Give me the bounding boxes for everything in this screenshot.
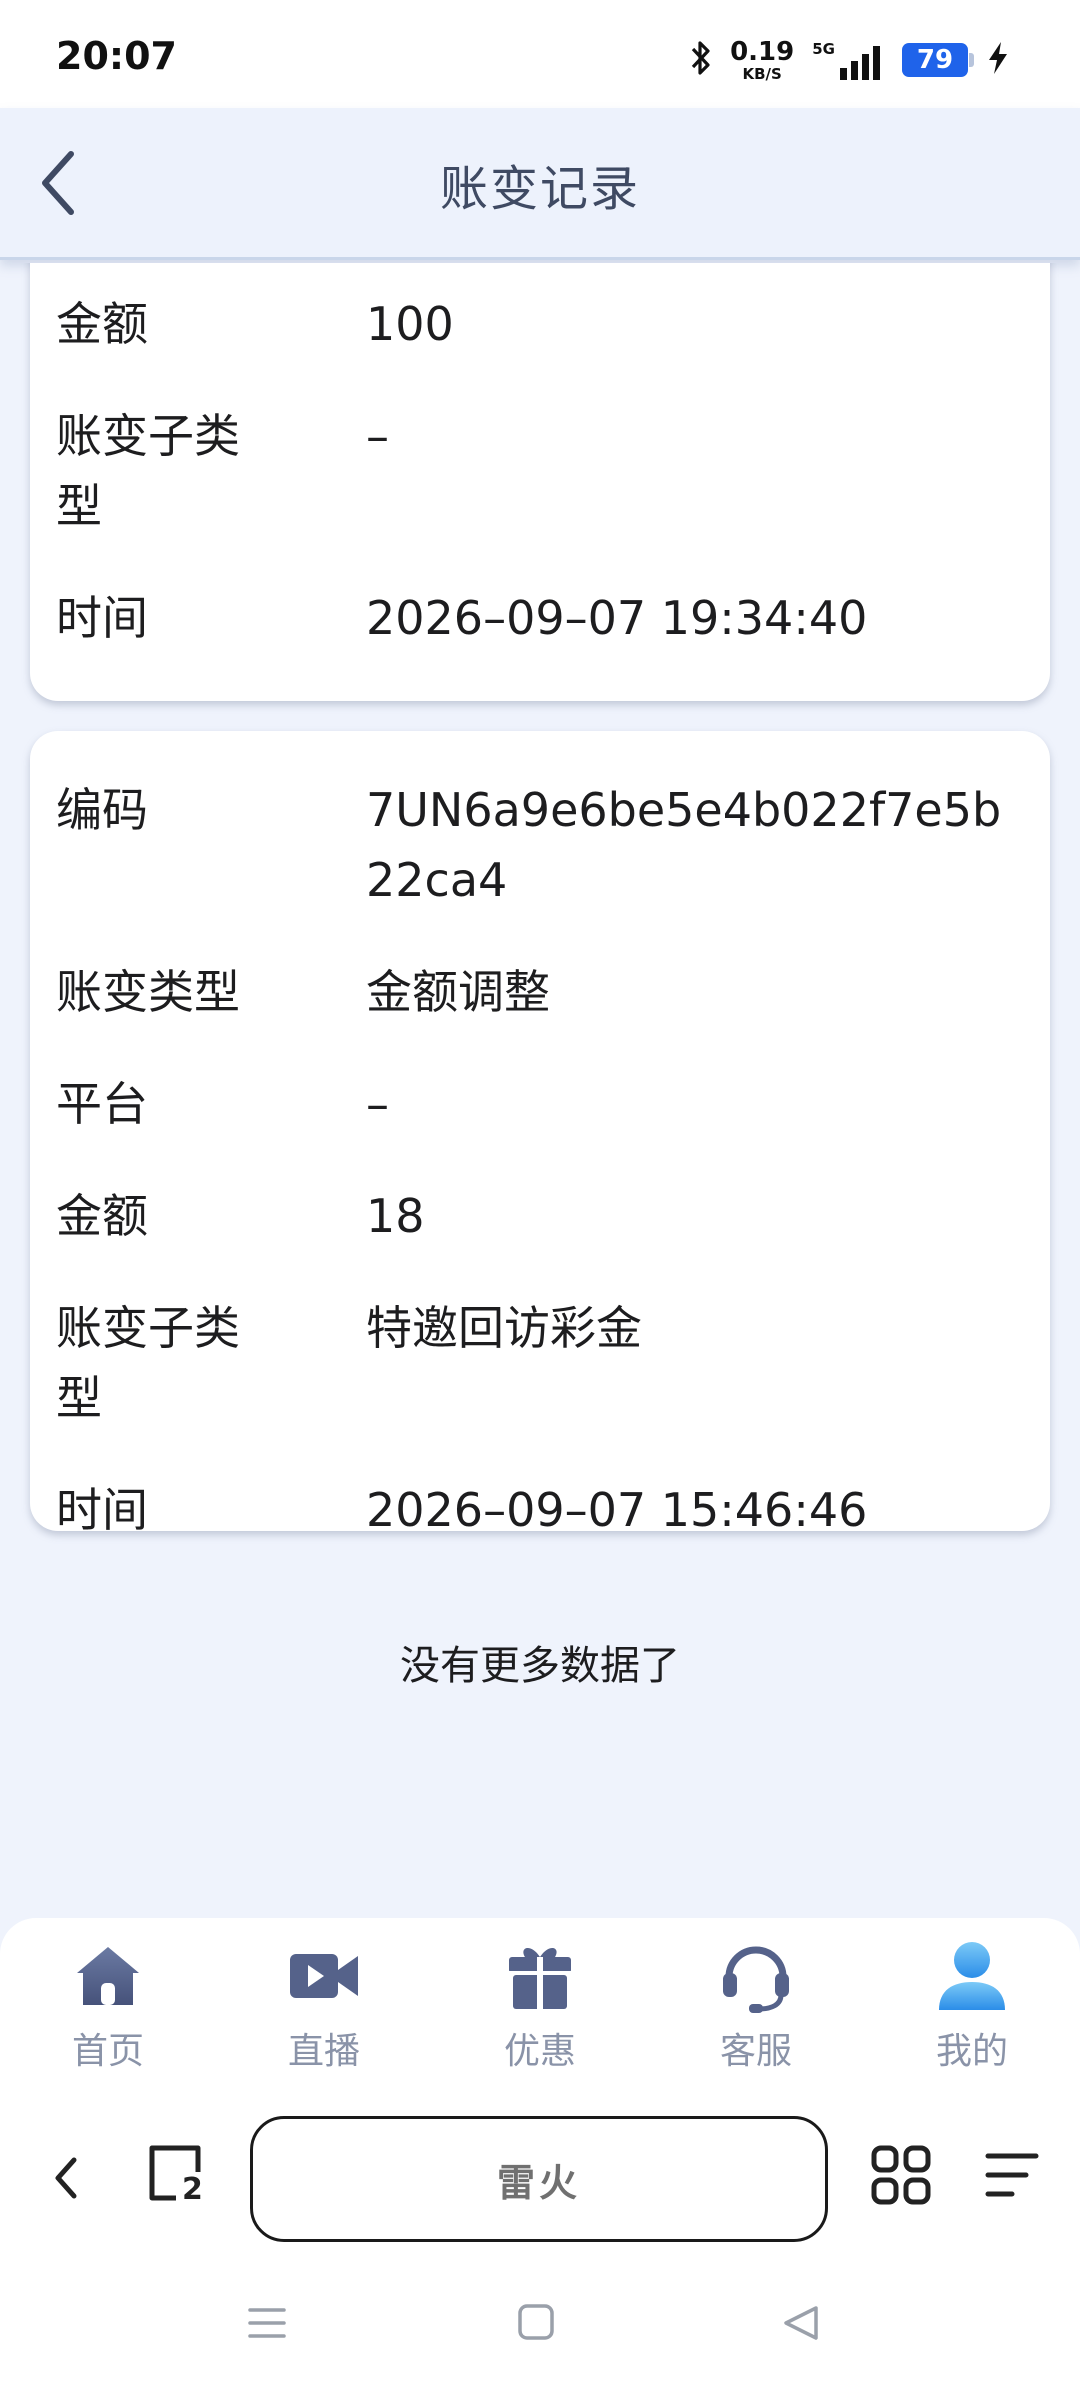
system-navigation-bar bbox=[0, 2258, 1080, 2400]
record-row: 时间 2026–09–07 15:46:46 bbox=[56, 1459, 1024, 1571]
record-row: 账变子类型 – bbox=[56, 385, 1024, 567]
field-value: 金额调整 bbox=[366, 965, 550, 1019]
field-value: 2026–09–07 19:34:40 bbox=[366, 591, 868, 645]
back-button[interactable] bbox=[22, 138, 92, 228]
record-row: 编码 7UN6a9e6be5e4b022f7e5b22ca4 bbox=[56, 759, 1024, 941]
field-label: 时间 bbox=[56, 1483, 148, 1537]
net-speed-unit: KB/S bbox=[742, 64, 782, 83]
network-type: 5G bbox=[812, 40, 835, 58]
field-label: 账变子类型 bbox=[56, 1301, 240, 1425]
page: 20:07 0.19 KB/S 5G 79 账变记录 金额 100 账变子类型 … bbox=[0, 0, 1080, 2400]
recent-apps-button[interactable] bbox=[246, 2302, 296, 2352]
signal-icon: 5G bbox=[812, 40, 884, 80]
system-back-button[interactable] bbox=[780, 2302, 830, 2352]
tab-label: 我的 bbox=[935, 2031, 1008, 2072]
tab-live[interactable]: 直播 bbox=[239, 1936, 409, 2074]
battery-icon: 79 bbox=[902, 43, 974, 77]
status-bar: 20:07 0.19 KB/S 5G 79 bbox=[0, 0, 1080, 108]
page-title: 账变记录 bbox=[439, 161, 640, 217]
tab-label: 直播 bbox=[287, 2031, 360, 2072]
field-value: – bbox=[366, 1077, 389, 1131]
no-more-data-text: 没有更多数据了 bbox=[400, 1643, 680, 1689]
field-label: 平台 bbox=[56, 1077, 148, 1131]
field-label: 账变类型 bbox=[56, 965, 240, 1019]
tab-label: 首页 bbox=[71, 2031, 144, 2072]
record-row: 账变子类型 特邀回访彩金 bbox=[56, 1277, 1024, 1459]
tab-label: 优惠 bbox=[503, 2031, 576, 2072]
app-header: 账变记录 bbox=[0, 108, 1080, 260]
browser-menu-button[interactable] bbox=[984, 2150, 1040, 2200]
chevron-left-icon bbox=[42, 151, 74, 215]
home-icon bbox=[68, 1936, 148, 2016]
charging-icon bbox=[986, 41, 1010, 79]
field-value: 特邀回访彩金 bbox=[366, 1301, 642, 1355]
tab-mine[interactable]: 我的 bbox=[887, 1936, 1057, 2074]
chevron-left-icon bbox=[55, 2157, 77, 2199]
browser-back-button[interactable] bbox=[44, 2146, 88, 2210]
address-bar[interactable]: 雷火 bbox=[250, 2116, 828, 2242]
video-camera-icon bbox=[284, 1936, 364, 2016]
record-card: 编码 7UN6a9e6be5e4b022f7e5b22ca4 账变类型 金额调整… bbox=[30, 731, 1050, 1537]
field-label: 金额 bbox=[56, 297, 148, 351]
menu-icon bbox=[985, 2153, 1039, 2197]
home-button[interactable] bbox=[516, 2302, 566, 2352]
grid-icon bbox=[871, 2145, 931, 2205]
browser-toolbar: 2 雷火 bbox=[0, 2098, 1080, 2258]
bluetooth-icon bbox=[690, 40, 712, 80]
tab-count: 2 bbox=[182, 2172, 203, 2207]
battery-level: 79 bbox=[916, 45, 954, 75]
tab-label: 客服 bbox=[719, 2031, 792, 2072]
record-row: 金额 18 bbox=[56, 1165, 1024, 1277]
net-speed: 0.19 KB/S bbox=[730, 39, 794, 82]
bottom-tab-bar: 首页 直播 优惠 客服 我的 bbox=[0, 1918, 1080, 2098]
headset-icon bbox=[716, 1936, 796, 2016]
field-value: 100 bbox=[366, 297, 454, 351]
back-triangle-icon bbox=[784, 2306, 818, 2340]
record-card: 金额 100 账变子类型 – 时间 2026–09–07 19:34:40 bbox=[30, 263, 1050, 701]
user-icon bbox=[932, 1936, 1012, 2016]
tab-switcher-button[interactable]: 2 bbox=[146, 2142, 210, 2207]
tab-home[interactable]: 首页 bbox=[23, 1936, 193, 2074]
field-label: 金额 bbox=[56, 1189, 148, 1243]
tab-promotions[interactable]: 优惠 bbox=[455, 1936, 625, 2074]
tab-customer-service[interactable]: 客服 bbox=[671, 1936, 841, 2074]
field-value: 7UN6a9e6be5e4b022f7e5b22ca4 bbox=[366, 783, 1002, 907]
field-label: 编码 bbox=[56, 783, 148, 837]
status-time: 20:07 bbox=[56, 34, 177, 78]
field-label: 账变子类型 bbox=[56, 409, 240, 533]
record-row: 时间 2026–09–07 19:34:40 bbox=[56, 567, 1024, 679]
menu-icon bbox=[248, 2308, 286, 2338]
field-value: 18 bbox=[366, 1189, 425, 1243]
record-row: 账变类型 金额调整 bbox=[56, 941, 1024, 1053]
record-row: 金额 100 bbox=[56, 273, 1024, 385]
home-square-icon bbox=[518, 2304, 554, 2340]
field-value: 2026–09–07 15:46:46 bbox=[366, 1483, 868, 1537]
field-label: 时间 bbox=[56, 591, 148, 645]
status-icons: 0.19 KB/S 5G 79 bbox=[690, 34, 1010, 86]
records-list[interactable]: 金额 100 账变子类型 – 时间 2026–09–07 19:34:40 编码… bbox=[0, 263, 1080, 1923]
gift-icon bbox=[500, 1936, 580, 2016]
field-value: – bbox=[366, 409, 389, 463]
apps-grid-button[interactable] bbox=[870, 2144, 932, 2206]
net-speed-value: 0.19 bbox=[730, 36, 795, 67]
record-row: 平台 – bbox=[56, 1053, 1024, 1165]
